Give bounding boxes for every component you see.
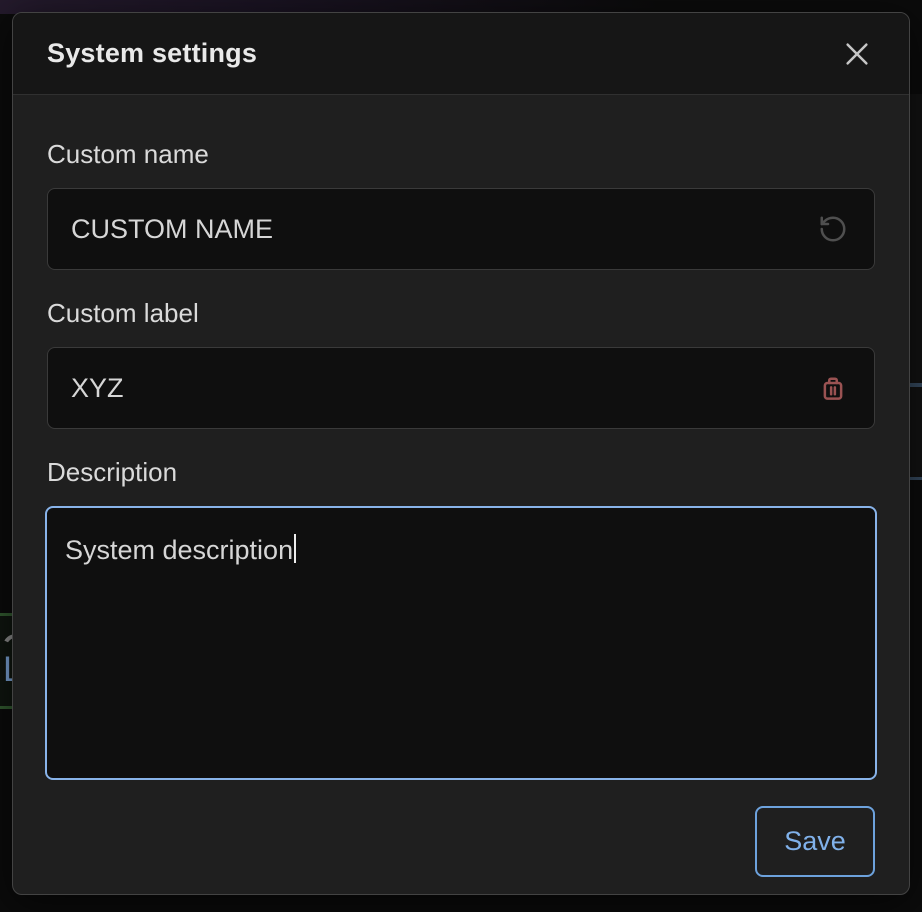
description-text: System description [65,535,293,565]
custom-name-field-row [47,188,875,270]
dialog-title: System settings [47,38,257,69]
custom-name-input[interactable] [69,213,816,246]
trash-icon [818,373,848,403]
text-cursor [294,534,296,563]
custom-label-label: Custom label [47,298,875,329]
custom-label-field-row [47,347,875,429]
background-divider [910,383,922,387]
system-settings-dialog: System settings Custom name Custo [12,12,910,895]
background-divider [910,477,922,480]
dialog-header: System settings [13,13,909,95]
close-button[interactable] [835,32,879,76]
reset-icon [818,214,848,244]
close-icon [842,39,872,69]
dialog-body: Custom name Custom label [13,95,909,877]
description-label: Description [47,457,875,488]
reset-custom-name-button[interactable] [816,212,850,246]
custom-name-label: Custom name [47,139,875,170]
dialog-footer: Save [47,806,875,877]
custom-label-input[interactable] [69,372,816,405]
background-strip-dark [910,480,922,912]
delete-custom-label-button[interactable] [816,371,850,405]
save-button[interactable]: Save [755,806,875,877]
description-textarea[interactable]: System description [45,506,877,780]
